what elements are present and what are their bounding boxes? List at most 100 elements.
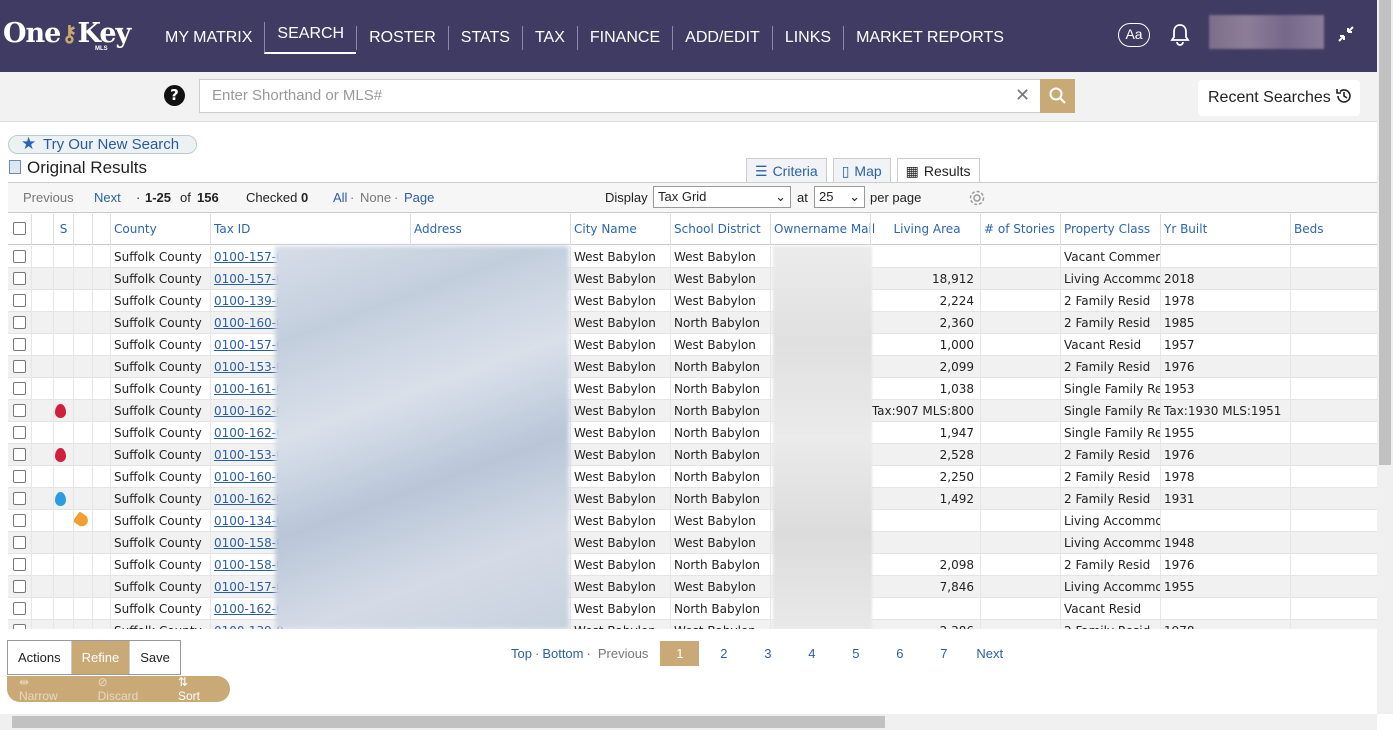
col-header-property-class[interactable]: Property Class: [1060, 214, 1160, 245]
row-checkbox[interactable]: [13, 272, 26, 285]
table-row[interactable]: Suffolk County 0100-157-0 West Babylon West…: [8, 334, 1377, 356]
nav-links[interactable]: LINKS: [771, 26, 843, 50]
row-checkbox[interactable]: [13, 316, 26, 329]
display-select[interactable]: Tax Grid ⌄: [653, 186, 791, 208]
page-number-link[interactable]: 3: [748, 641, 787, 666]
row-checkbox[interactable]: [13, 514, 26, 527]
font-size-button[interactable]: Aa: [1118, 23, 1150, 47]
nav-finance[interactable]: FINANCE: [576, 26, 672, 50]
previous-link[interactable]: Previous: [23, 183, 74, 212]
notification-bell-icon[interactable]: [1169, 22, 1191, 48]
table-row[interactable]: Suffolk County0100-139-0West BabylonWest…: [8, 290, 1377, 312]
row-checkbox[interactable]: [13, 338, 26, 351]
page-number-link[interactable]: 4: [792, 641, 831, 666]
table-row[interactable]: Suffolk County 0100-162-0 West Babylon Nort…: [8, 400, 1377, 422]
col-header-beds[interactable]: Beds: [1290, 214, 1370, 245]
page-number-link[interactable]: 5: [836, 641, 875, 666]
tab-results[interactable]: ▦ Results: [896, 158, 980, 182]
search-button[interactable]: [1040, 79, 1075, 113]
table-row[interactable]: Suffolk County 0100-157-0 West Babylon West…: [8, 246, 1377, 268]
nav-add-edit[interactable]: ADD/EDIT: [672, 26, 772, 50]
table-row[interactable]: Suffolk County 0100-134-0 West Babylon West…: [8, 510, 1377, 532]
col-header-school-district[interactable]: School District: [670, 214, 770, 245]
table-row[interactable]: Suffolk County 0100-160-0 West Babylon Nort…: [8, 466, 1377, 488]
page-number-link[interactable]: 7: [924, 641, 963, 666]
col-header-yr-built[interactable]: Yr Built: [1160, 214, 1290, 245]
table-row[interactable]: Suffolk County 0100-162-0 West Babylon Nort…: [8, 422, 1377, 444]
user-account-menu[interactable]: [1209, 15, 1324, 49]
row-checkbox[interactable]: [13, 360, 26, 373]
gear-icon[interactable]: [968, 189, 986, 210]
top-link[interactable]: Top: [511, 646, 532, 661]
tab-map[interactable]: ▯ Map: [832, 158, 891, 182]
col-header-of-stories[interactable]: # of Stories: [980, 214, 1060, 245]
search-input[interactable]: Enter Shorthand or MLS#: [199, 79, 1041, 113]
row-checkbox[interactable]: [13, 426, 26, 439]
check-none-link[interactable]: None: [360, 183, 391, 212]
table-row[interactable]: Suffolk County 0100-157-0 West Babylon West…: [8, 576, 1377, 598]
try-new-search-button[interactable]: ★ Try Our New Search: [8, 135, 197, 154]
table-row[interactable]: Suffolk County0100-139-0West BabylonWest…: [8, 620, 1377, 629]
row-checkbox[interactable]: [13, 250, 26, 263]
table-row[interactable]: Suffolk County 0100-157-0 West Babylon West…: [8, 268, 1377, 290]
row-checkbox[interactable]: [13, 470, 26, 483]
page-number-link[interactable]: 6: [880, 641, 919, 666]
nav-roster[interactable]: ROSTER: [356, 26, 448, 50]
row-checkbox[interactable]: [13, 624, 26, 629]
col-header-tax-id[interactable]: Tax ID: [210, 214, 410, 245]
nav-market-reports[interactable]: MARKET REPORTS: [843, 26, 1016, 50]
row-checkbox[interactable]: [13, 580, 26, 593]
onekey-logo[interactable]: One ⚷ Key MLS: [3, 18, 131, 52]
next-link[interactable]: Next: [94, 183, 121, 212]
row-checkbox[interactable]: [13, 294, 26, 307]
previous-page-link[interactable]: Previous: [598, 646, 649, 661]
recent-searches-button[interactable]: Recent Searches: [1198, 80, 1360, 116]
col-header-address[interactable]: Address: [410, 214, 570, 245]
table-row[interactable]: Suffolk County 0100-162-0 West Babylon Nort…: [8, 598, 1377, 620]
table-row[interactable]: Suffolk County 0100-153-0 West Babylon Nort…: [8, 444, 1377, 466]
page-number-link[interactable]: 2: [704, 641, 743, 666]
nav-stats[interactable]: STATS: [447, 26, 522, 50]
check-all-link[interactable]: All: [333, 183, 347, 212]
col-header-s[interactable]: S: [53, 214, 73, 245]
table-row[interactable]: Suffolk County 0100-160-0 West Babylon Nort…: [8, 312, 1377, 334]
row-checkbox[interactable]: [13, 492, 26, 505]
nav-search[interactable]: SEARCH: [264, 22, 357, 54]
row-checkbox[interactable]: [13, 602, 26, 615]
select-all-checkbox[interactable]: [13, 222, 26, 235]
table-row[interactable]: Suffolk County 0100-158-0 West Babylon West…: [8, 532, 1377, 554]
sort-button[interactable]: ⇅ Sort: [166, 675, 230, 703]
bottom-link[interactable]: Bottom: [542, 646, 583, 661]
col-header-county[interactable]: County: [110, 214, 210, 245]
row-checkbox[interactable]: [13, 536, 26, 549]
col-header-ownername-mail[interactable]: Ownername Mail: [770, 214, 880, 245]
actions-tab[interactable]: Actions: [8, 641, 72, 674]
save-tab[interactable]: Save: [130, 641, 180, 674]
next-page-link[interactable]: Next: [976, 646, 1003, 661]
help-icon[interactable]: ?: [164, 85, 185, 106]
nav-tax[interactable]: TAX: [521, 26, 577, 50]
row-checkbox[interactable]: [13, 448, 26, 461]
narrow-button[interactable]: ⇹ Narrow: [7, 675, 86, 703]
table-row[interactable]: Suffolk County 0100-158-0 West Babylon Nort…: [8, 554, 1377, 576]
table-row[interactable]: Suffolk County 0100-153-0 West Babylon Nort…: [8, 356, 1377, 378]
nav-my-matrix[interactable]: MY MATRIX: [153, 26, 264, 50]
row-checkbox[interactable]: [13, 558, 26, 571]
refine-tab[interactable]: Refine: [71, 641, 131, 674]
check-page-link[interactable]: Page: [404, 183, 434, 212]
table-row[interactable]: Suffolk County 0100-161-0 West Babylon Nort…: [8, 378, 1377, 400]
table-row[interactable]: Suffolk County 0100-162-0 West Babylon Nort…: [8, 488, 1377, 510]
clear-search-icon[interactable]: ✕: [1015, 85, 1030, 106]
page-number-link[interactable]: 1: [660, 641, 700, 666]
row-checkbox[interactable]: [13, 382, 26, 395]
horizontal-scroll-thumb[interactable]: [12, 716, 885, 728]
discard-button[interactable]: ⊘ Discard: [86, 675, 166, 703]
col-header-city-name[interactable]: City Name: [570, 214, 670, 245]
collapse-icon[interactable]: [1337, 25, 1357, 45]
per-page-select[interactable]: 25 ⌄: [814, 186, 865, 208]
cell-divider: [92, 598, 93, 620]
vertical-scroll-thumb[interactable]: [1379, 0, 1391, 465]
col-header-living-area[interactable]: Living Area: [870, 214, 980, 245]
row-checkbox[interactable]: [13, 404, 26, 417]
tab-criteria[interactable]: ☰ Criteria: [746, 158, 827, 182]
